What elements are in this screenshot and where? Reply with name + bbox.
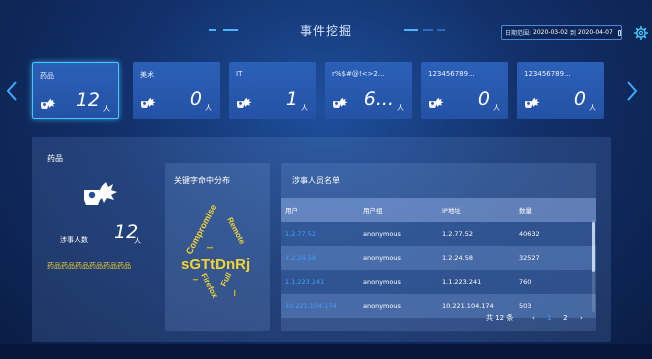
table-row[interactable]: 1.1.223.241 anonymous 1.1.223.241 760 [281, 270, 596, 294]
page-button-2[interactable]: 2 [557, 314, 573, 322]
category-card-unit: 人 [397, 104, 404, 112]
alert-user-icon [237, 97, 252, 108]
prev-page-button[interactable]: ‹ [525, 314, 541, 322]
word-sgttdnrj: sGTtDnRj [181, 256, 250, 273]
category-card-unit: 人 [589, 104, 596, 112]
cell-ip: 1.2.77.52 [442, 230, 474, 238]
word-firefox: Firefox [199, 272, 220, 300]
cell-ip: 1.2.24.58 [442, 254, 474, 262]
category-card-count: 6... [363, 88, 394, 110]
category-card-count: 1 [285, 88, 298, 110]
bottom-strip [0, 344, 652, 359]
category-card-label: 123456789... [524, 70, 571, 78]
column-header-count[interactable]: 数量 [519, 205, 532, 215]
involved-people-title: 涉事人员名单 [292, 176, 340, 185]
wordcloud-small-mark [193, 279, 198, 281]
cell-ip: 10.221.104.174 [442, 302, 494, 310]
pagination-total: 共 12 条 [486, 314, 514, 322]
page-button-1[interactable]: 1 [541, 314, 557, 322]
category-card[interactable]: IT 1 人 [229, 62, 316, 119]
word-compromise: Compromise [184, 203, 219, 256]
gear-icon[interactable] [634, 26, 648, 40]
date-range-label: 日期范围: [505, 30, 532, 37]
category-card-label: 药品 [40, 72, 54, 80]
date-separator: 到 [569, 30, 576, 37]
cell-user-group: anonymous [363, 278, 401, 286]
word-remote: Remote [225, 216, 247, 247]
category-card[interactable]: r%$#@!<>2... 6... 人 [325, 62, 412, 119]
cell-count: 32527 [519, 254, 540, 262]
people-count-unit: 人 [134, 237, 141, 245]
people-count-label: 涉事人数 [60, 236, 88, 244]
keyword-wordcloud: Compromise Remote sGTtDnRj Full Firefox [181, 203, 250, 300]
table-row[interactable]: 1.2.77.52 anonymous 1.2.77.52 40632 [281, 222, 596, 246]
cell-user[interactable]: 1.1.223.241 [285, 278, 324, 286]
header-decoration-right-line [404, 29, 418, 31]
chevron-left-icon[interactable] [6, 80, 18, 102]
category-card[interactable]: 药品 12 人 [32, 62, 119, 119]
category-card-label: 美术 [140, 71, 154, 79]
detail-title: 药品 [47, 154, 63, 163]
category-card-unit: 人 [301, 104, 308, 112]
alert-user-icon [429, 97, 444, 108]
category-card-count: 0 [189, 88, 202, 110]
category-card-count: 0 [477, 88, 490, 110]
pagination: 共 12 条 ‹ 1 2 › [486, 312, 589, 324]
category-card-unit: 人 [205, 104, 212, 112]
cell-user-group: anonymous [363, 254, 401, 262]
column-header-ip[interactable]: IP地址 [442, 205, 461, 215]
date-range-picker[interactable]: 日期范围: 2020-03-02 到 2020-04-07 [501, 25, 622, 40]
alert-user-icon [141, 97, 156, 108]
word-full: Full [219, 271, 234, 288]
column-header-user-group[interactable]: 用户组 [363, 205, 383, 215]
cell-user[interactable]: 1.2.77.52 [285, 230, 316, 238]
wordcloud-small-mark [207, 247, 213, 249]
category-card-unit: 人 [493, 104, 500, 112]
alert-user-icon [525, 97, 540, 108]
cell-count: 503 [519, 302, 532, 310]
category-card-label: r%$#@!<>2... [332, 70, 385, 78]
wordcloud-small-mark [234, 290, 236, 296]
cell-ip: 1.1.223.241 [442, 278, 482, 286]
category-card-count: 12 [75, 89, 100, 111]
category-card[interactable]: 美术 0 人 [133, 62, 220, 119]
cell-count: 40632 [519, 230, 540, 238]
keyword-distribution-title: 关键字命中分布 [174, 176, 230, 185]
cell-user-group: anonymous [363, 302, 401, 310]
alert-user-icon [333, 97, 348, 108]
cell-count: 760 [519, 278, 532, 286]
cell-user-group: anonymous [363, 230, 401, 238]
chevron-right-icon[interactable] [626, 80, 638, 102]
alert-user-icon [41, 98, 56, 109]
table-header-row: 用户 用户组 IP地址 数量 [281, 198, 596, 222]
header-decoration-right-dot [423, 29, 433, 31]
category-card[interactable]: 123456789... 0 人 [421, 62, 508, 119]
header-decoration-right-dot-2 [437, 29, 445, 31]
keyword-text: 药品药品药品药品药品药品 [47, 262, 131, 270]
alert-user-icon [84, 182, 117, 205]
column-header-user[interactable]: 用户 [285, 205, 298, 215]
cell-user[interactable]: 1.2.24.58 [285, 254, 316, 262]
date-end-value[interactable]: 2020-04-07 [578, 29, 613, 36]
category-card[interactable]: 123456789... 0 人 [517, 62, 604, 119]
table-scrollbar-thumb[interactable] [592, 222, 595, 272]
involved-people-table: 用户 用户组 IP地址 数量 1.2.77.52 anonymous 1.2.77.… [281, 198, 596, 318]
next-page-button[interactable]: › [573, 314, 589, 322]
cell-user[interactable]: 10.221.104.174 [285, 302, 337, 310]
calendar-icon[interactable] [617, 29, 621, 36]
category-card-count: 0 [573, 88, 586, 110]
category-card-label: 123456789... [428, 70, 475, 78]
category-card-unit: 人 [103, 105, 110, 113]
category-card-label: IT [236, 70, 243, 78]
table-row[interactable]: 1.2.24.58 anonymous 1.2.24.58 32527 [281, 246, 596, 270]
date-start-value[interactable]: 2020-03-02 [533, 29, 568, 36]
header: 事件挖掘 日期范围: 2020-03-02 到 2020-04-07 [0, 0, 652, 52]
